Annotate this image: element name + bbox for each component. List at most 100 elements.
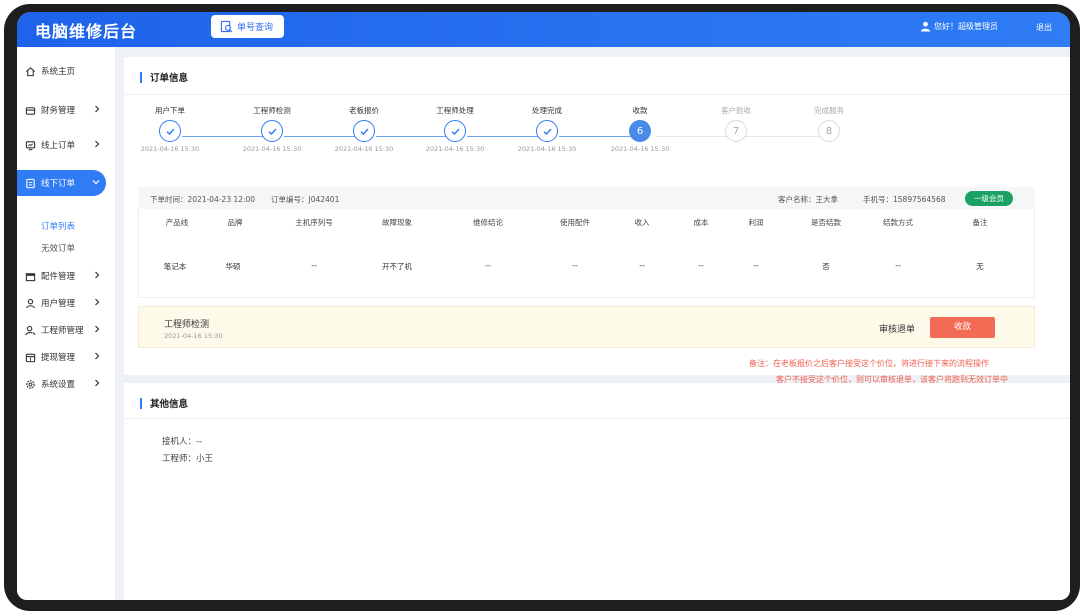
- check-icon: [353, 120, 375, 142]
- sidebar-item-label: 配件管理: [41, 272, 76, 282]
- sidebar-item-online-orders[interactable]: 线上订单: [17, 132, 115, 158]
- table-header: 主机序列号: [295, 218, 333, 227]
- engineer-icon: [25, 325, 36, 335]
- sidebar-item-label: 线上订单: [41, 141, 76, 151]
- step-time: 2021-04-16 15:30: [425, 145, 485, 153]
- table-cell: --: [311, 261, 317, 270]
- step-label: 完成服务: [814, 106, 844, 115]
- table-header: 收入: [634, 218, 650, 227]
- table-cell: --: [639, 261, 645, 270]
- table-cell: 华硕: [225, 262, 241, 271]
- table-header: 结款方式: [883, 218, 913, 227]
- page-frame: 电脑维修后台 单号查询 您好！超级管理员 退出 系统主页 财务管理 线上订单 线…: [0, 0, 1084, 615]
- step-label: 用户下单: [155, 106, 185, 115]
- note-line-2: 客户不接受这个价位，则可以审核退单，该客户将跑到无效订单中: [776, 375, 1008, 384]
- wallet-icon: [25, 106, 36, 115]
- box-icon: [25, 272, 36, 281]
- step-time: 2021-04-16 15:30: [242, 145, 302, 153]
- table-cell: --: [572, 261, 578, 270]
- check-icon: [444, 120, 466, 142]
- table-header: 产品线: [165, 218, 189, 227]
- sidebar-item-withdraw[interactable]: 提现管理: [17, 344, 115, 370]
- step-customer-accept: 客户验收 7: [696, 105, 776, 142]
- sidebar-item-home[interactable]: 系统主页: [17, 58, 115, 84]
- order-search-button[interactable]: 单号查询: [211, 15, 284, 38]
- sidebar-item-engineers[interactable]: 工程师管理: [17, 317, 115, 343]
- step-number-pending: 8: [818, 120, 840, 142]
- sidebar-item-label: 系统设置: [41, 380, 76, 390]
- step-boss-quote: 老板报价 2021-04-16 15:30: [324, 105, 404, 153]
- step-time: 2021-04-16 15:30: [517, 145, 577, 153]
- table-cell: 开不了机: [382, 262, 412, 271]
- order-number: 订单编号：J042401: [271, 195, 340, 204]
- table-cell: --: [895, 261, 901, 270]
- table-header: 品牌: [227, 218, 243, 227]
- step-time: 2021-04-16 15:30: [610, 145, 670, 153]
- sidebar-item-label: 财务管理: [41, 106, 76, 116]
- order-info-title-text: 订单信息: [150, 73, 189, 84]
- other-info-card: 其他信息 接机人：-- 工程师：小王: [124, 383, 1070, 600]
- app-screen: 电脑维修后台 单号查询 您好！超级管理员 退出 系统主页 财务管理 线上订单 线…: [17, 12, 1070, 600]
- order-time: 下单时间：2021-04-23 12:00: [150, 195, 256, 204]
- step-label: 客户验收: [721, 106, 751, 115]
- step-label: 老板报价: [349, 106, 379, 115]
- step-label: 处理完成: [532, 106, 562, 115]
- customer-phone: 手机号：15897564568: [863, 195, 946, 204]
- user-icon: [920, 21, 931, 32]
- gear-icon: [26, 379, 35, 389]
- sidebar-item-label: 用户管理: [41, 299, 76, 309]
- other-info-title-text: 其他信息: [150, 399, 189, 410]
- sidebar-item-label: 线下订单: [41, 179, 76, 189]
- chevron-down-icon: [92, 180, 100, 185]
- step-label: 工程师处理: [436, 106, 474, 115]
- current-step-time: 2021-04-16 15:30: [164, 332, 223, 340]
- check-icon: [261, 120, 283, 142]
- home-icon: [26, 66, 35, 76]
- withdraw-icon: [25, 353, 36, 362]
- greeting-text: 您好！超级管理员: [934, 22, 998, 31]
- collect-payment-button[interactable]: 收款: [930, 317, 995, 338]
- step-time: 2021-04-16 15:30: [334, 145, 394, 153]
- logout-link[interactable]: 退出: [1036, 22, 1052, 33]
- monitor-icon: [25, 140, 36, 150]
- user-greeting[interactable]: 您好！超级管理员: [920, 21, 998, 32]
- current-step-name: 工程师检测: [164, 320, 210, 330]
- chevron-right-icon: [95, 325, 100, 333]
- order-info-title: 订单信息: [140, 70, 188, 84]
- review-reject-button[interactable]: 审核退单: [879, 322, 915, 335]
- table-header: 成本: [693, 218, 709, 227]
- step-handle-complete: 处理完成 2021-04-16 15:30: [507, 105, 587, 153]
- step-label: 工程师检测: [253, 106, 291, 115]
- card-divider: [124, 94, 1070, 95]
- customer-name: 客户名称：王大拿: [778, 195, 838, 204]
- card-divider: [124, 418, 1070, 419]
- sidebar-subitem-order-list[interactable]: 订单列表: [41, 220, 75, 232]
- sidebar-item-settings[interactable]: 系统设置: [17, 371, 115, 397]
- sidebar-item-users[interactable]: 用户管理: [17, 290, 115, 316]
- sidebar-item-parts[interactable]: 配件管理: [17, 263, 115, 289]
- sidebar: 系统主页 财务管理 线上订单 线下订单 订单列表 无效订单 配件管理 用户管理 …: [17, 47, 115, 600]
- member-level-badge: 一级会员: [965, 191, 1013, 206]
- chevron-right-icon: [95, 140, 100, 148]
- order-table: 产品线 品牌 主机序列号 故障现象 维修结论 使用配件 收入 成本 利润 是否结…: [138, 209, 1035, 298]
- sidebar-item-finance[interactable]: 财务管理: [17, 97, 115, 123]
- document-icon: [26, 178, 35, 188]
- step-label: 收款: [632, 106, 648, 115]
- table-cell: --: [753, 261, 759, 270]
- chevron-right-icon: [95, 271, 100, 279]
- top-header: 电脑维修后台 单号查询 您好！超级管理员 退出: [17, 12, 1070, 47]
- step-user-order: 用户下单 2021-04-16 15:30: [130, 105, 210, 153]
- table-cell: --: [485, 261, 491, 270]
- step-time: 2021-04-16 15:30: [140, 145, 200, 153]
- chevron-right-icon: [95, 352, 100, 360]
- receiver-info: 接机人：--: [162, 437, 203, 447]
- step-number-current: 6: [629, 120, 651, 142]
- sidebar-subitem-invalid-orders[interactable]: 无效订单: [41, 242, 75, 254]
- step-payment: 收款 6 2021-04-16 15:30: [600, 105, 680, 153]
- table-header: 备注: [972, 218, 988, 227]
- table-header: 是否结款: [811, 218, 841, 227]
- sidebar-item-label: 工程师管理: [41, 326, 84, 336]
- sidebar-item-offline-orders[interactable]: 线下订单: [17, 170, 106, 196]
- step-engineer-handle: 工程师处理 2021-04-16 15:30: [415, 105, 495, 153]
- user-icon: [26, 298, 35, 308]
